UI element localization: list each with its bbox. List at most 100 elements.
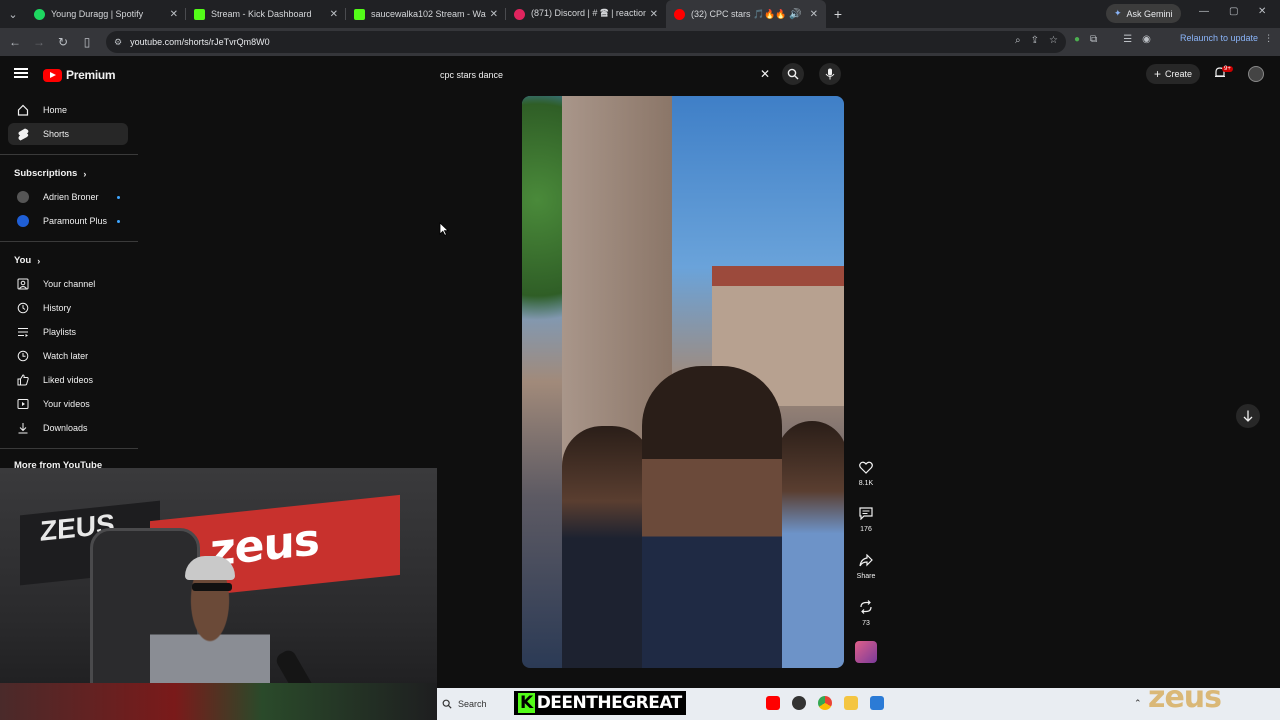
share-icon [859, 553, 873, 566]
voice-search-button[interactable] [819, 63, 841, 85]
tray-chevron-icon[interactable]: ⌃ [1134, 698, 1142, 709]
remix-button[interactable] [854, 595, 878, 619]
browser-toolbar: ← → ↻ ▯ ⚙ youtube.com/shorts/rJeTvrQm8W0… [0, 28, 1280, 56]
streamer-hat [185, 556, 235, 580]
chevron-right-icon: › [37, 255, 41, 266]
next-short-button[interactable] [1236, 404, 1260, 428]
sidebar-item-subscription[interactable]: Paramount Plus [8, 210, 128, 232]
kick-icon [354, 8, 365, 20]
sidepanel-icon[interactable]: ▯ [75, 35, 99, 49]
minimize-icon[interactable]: — [1199, 6, 1209, 17]
sidebar-item-watch-later[interactable]: Watch later [8, 345, 128, 367]
browser-tab-active[interactable]: (32) CPC stars 🎵🔥🔥 Ikh 🔊 ✕ [666, 0, 826, 28]
chrome-app-icon[interactable] [818, 696, 832, 710]
youtube-masthead: Premium cpc stars dance ✕ + Create 9+ [0, 58, 1280, 92]
plus-icon: + [1154, 67, 1162, 81]
close-icon[interactable]: ✕ [330, 9, 338, 20]
tab-label: (32) CPC stars 🎵🔥🔥 Ikh [691, 8, 786, 19]
gemini-icon: ✦ [1114, 8, 1122, 18]
forward-icon[interactable]: → [27, 35, 51, 49]
zeus-watermark: zeus [1148, 680, 1222, 715]
sidebar-item-label: Home [43, 105, 68, 115]
ask-gemini-label: Ask Gemini [1126, 8, 1173, 19]
thumbs-up-icon [12, 374, 34, 386]
close-icon[interactable]: ✕ [810, 9, 818, 20]
like-button[interactable] [854, 455, 878, 479]
close-icon[interactable]: ✕ [490, 9, 498, 20]
tab-label: Stream - Kick Dashboard [211, 9, 312, 19]
taskbar-search[interactable]: Search [442, 694, 522, 714]
reload-icon[interactable]: ↻ [51, 35, 75, 49]
share-button[interactable] [854, 548, 878, 572]
profile-icon[interactable]: ◉ [1142, 34, 1151, 45]
search-icon [442, 699, 452, 709]
browser-tab[interactable]: Young Duragg | Spotify ✕ [26, 0, 186, 28]
sidebar-item-playlists[interactable]: Playlists [8, 321, 128, 343]
sidebar-item-history[interactable]: History [8, 297, 128, 319]
sidebar-item-liked-videos[interactable]: Liked videos [8, 369, 128, 391]
browser-tab[interactable]: (871) Discord | # 🖀 | reactions ✕ [506, 0, 666, 28]
chevron-right-icon: › [83, 168, 87, 179]
install-icon[interactable]: ⇪ [1031, 35, 1039, 46]
bookmark-star-icon[interactable]: ☆ [1049, 35, 1058, 46]
browser-tab[interactable]: Stream - Kick Dashboard ✕ [186, 0, 346, 28]
clear-search-icon[interactable]: ✕ [760, 67, 770, 81]
folder-app-icon[interactable] [844, 696, 858, 710]
speaker-icon[interactable]: 🔊 [789, 9, 801, 20]
address-bar[interactable]: ⚙ youtube.com/shorts/rJeTvrQm8W0 ⌕ ⇪ ☆ [106, 31, 1066, 53]
zoom-icon[interactable]: ⌕ [1015, 35, 1021, 46]
youtube-logo[interactable]: Premium [43, 68, 116, 82]
search-button[interactable] [782, 63, 804, 85]
sidebar-item-label: Paramount Plus [43, 216, 108, 226]
you-heading-label: You [14, 255, 32, 266]
sidebar-item-label: Playlists [43, 327, 77, 337]
comment-action: 176 [852, 501, 880, 533]
youtube-icon [674, 8, 685, 20]
close-window-icon[interactable]: ✕ [1258, 6, 1266, 17]
new-tab-button[interactable]: + [826, 6, 850, 22]
site-info-icon[interactable]: ⚙ [114, 37, 122, 48]
discord-icon [514, 8, 525, 20]
sidebar-item-your-videos[interactable]: Your videos [8, 393, 128, 415]
obs-app-icon[interactable] [792, 696, 806, 710]
reading-list-icon[interactable]: ☰ [1123, 34, 1132, 45]
sidebar-item-label: Watch later [43, 351, 89, 361]
sidebar-item-downloads[interactable]: Downloads [8, 417, 128, 439]
close-icon[interactable]: ✕ [170, 9, 178, 20]
browser-tab[interactable]: saucewalka102 Stream - Watch ✕ [346, 0, 506, 28]
shorts-video-player[interactable] [522, 96, 844, 668]
sidebar-item-label: History [43, 303, 72, 313]
puzzle-icon[interactable]: ⧉ [1090, 34, 1097, 45]
remix-icon [860, 600, 872, 614]
sidebar-item-shorts[interactable]: Shorts [8, 123, 128, 145]
sidebar: Home Shorts Subscriptions › Adrien Brone… [0, 96, 138, 471]
sidebar-item-your-channel[interactable]: Your channel [8, 273, 128, 295]
maximize-icon[interactable]: ▢ [1229, 6, 1238, 17]
you-heading[interactable]: You › [14, 255, 40, 266]
remix-action: 73 [852, 595, 880, 627]
extension-icon[interactable]: ● [1074, 34, 1080, 45]
tab-search-icon[interactable]: ⌄ [0, 0, 26, 28]
youtube-app-icon[interactable] [766, 696, 780, 710]
create-button[interactable]: + Create [1146, 64, 1201, 84]
subscriptions-heading-label: Subscriptions [14, 168, 78, 179]
sound-thumbnail[interactable] [855, 641, 877, 663]
kebab-menu-icon[interactable]: ⋮ [1264, 33, 1273, 44]
search-input[interactable]: cpc stars dance [432, 64, 777, 86]
person-icon [12, 278, 34, 290]
account-avatar[interactable] [1248, 66, 1264, 82]
close-icon[interactable]: ✕ [650, 9, 658, 20]
sidebar-item-label: Your videos [43, 399, 90, 409]
mouse-cursor-icon [439, 222, 449, 236]
app-icon[interactable] [870, 696, 884, 710]
taskbar-apps [766, 696, 884, 710]
menu-icon[interactable] [14, 68, 28, 78]
back-icon[interactable]: ← [3, 35, 27, 49]
subscriptions-heading[interactable]: Subscriptions › [14, 168, 86, 179]
ask-gemini-button[interactable]: ✦ Ask Gemini [1106, 4, 1181, 23]
search-icon [787, 68, 799, 80]
sidebar-item-home[interactable]: Home [8, 99, 128, 121]
sidebar-item-subscription[interactable]: Adrien Broner [8, 186, 128, 208]
comment-button[interactable] [854, 501, 878, 525]
relaunch-button[interactable]: Relaunch to update ⋮ [1180, 33, 1273, 44]
